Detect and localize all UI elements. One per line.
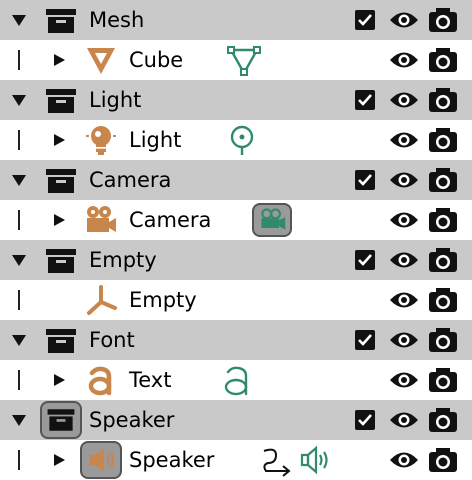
checkbox-checked-icon[interactable]	[355, 410, 375, 430]
eye-visibility-icon[interactable]	[388, 89, 420, 111]
hierarchy-line	[18, 210, 20, 230]
eye-visibility-icon[interactable]	[388, 289, 420, 311]
camera-render-icon[interactable]	[428, 366, 458, 394]
object-row-text[interactable]: Text	[0, 360, 472, 400]
collapse-triangle-icon[interactable]	[10, 412, 28, 428]
expand-arrow-icon[interactable]	[52, 53, 66, 67]
mesh-cone-icon	[87, 48, 115, 74]
object-label: Text	[129, 368, 172, 392]
eye-visibility-icon[interactable]	[388, 409, 420, 431]
object-label: Camera	[129, 208, 212, 232]
camera-render-icon[interactable]	[428, 446, 458, 474]
expand-arrow-icon[interactable]	[52, 373, 66, 387]
camera-render-icon[interactable]	[428, 246, 458, 274]
collection-box-icon	[46, 249, 76, 273]
expand-arrow-icon[interactable]	[52, 213, 66, 227]
hierarchy-line	[18, 50, 20, 70]
font-data-icon[interactable]	[218, 363, 258, 397]
collection-row-mesh[interactable]: Mesh	[0, 0, 472, 40]
eye-visibility-icon[interactable]	[388, 129, 420, 151]
collection-label: Empty	[89, 248, 157, 272]
collapse-triangle-icon[interactable]	[10, 92, 28, 108]
collection-label: Light	[89, 88, 142, 112]
object-row-speaker[interactable]: Speaker	[0, 440, 472, 480]
eye-visibility-icon[interactable]	[388, 369, 420, 391]
eye-visibility-icon[interactable]	[388, 49, 420, 71]
empty-axes-icon	[87, 285, 117, 315]
eye-visibility-icon[interactable]	[388, 169, 420, 191]
eye-visibility-icon[interactable]	[388, 449, 420, 471]
camera-render-icon[interactable]	[428, 166, 458, 194]
collection-row-empty[interactable]: Empty	[0, 240, 472, 280]
camera-render-icon[interactable]	[428, 86, 458, 114]
object-label: Speaker	[129, 448, 215, 472]
camera-render-icon[interactable]	[428, 126, 458, 154]
camera-render-icon[interactable]	[428, 286, 458, 314]
object-label: Light	[129, 128, 182, 152]
collection-box-icon	[46, 89, 76, 113]
camera-data-icon[interactable]	[252, 203, 292, 237]
object-row-camera[interactable]: Camera	[0, 200, 472, 240]
checkbox-checked-icon[interactable]	[355, 250, 375, 270]
checkbox-checked-icon[interactable]	[355, 330, 375, 350]
hierarchy-line	[18, 290, 20, 310]
camera-render-icon[interactable]	[428, 206, 458, 234]
collection-box-icon	[40, 401, 82, 439]
object-label: Empty	[129, 288, 197, 312]
object-row-empty[interactable]: Empty	[0, 280, 472, 320]
camera-render-icon[interactable]	[428, 46, 458, 74]
camera-render-icon[interactable]	[428, 406, 458, 434]
checkbox-checked-icon[interactable]	[355, 90, 375, 110]
collapse-triangle-icon[interactable]	[10, 252, 28, 268]
camera-object-icon	[87, 206, 116, 232]
collection-row-camera[interactable]: Camera	[0, 160, 472, 200]
eye-visibility-icon[interactable]	[388, 9, 420, 31]
speaker-data-icon[interactable]	[296, 443, 336, 477]
collapse-triangle-icon[interactable]	[10, 332, 28, 348]
mesh-data-icon[interactable]	[224, 43, 264, 77]
collection-row-font[interactable]: Font	[0, 320, 472, 360]
checkbox-checked-icon[interactable]	[355, 10, 375, 30]
hierarchy-line	[18, 130, 20, 150]
link-arrow-icon	[263, 448, 291, 477]
camera-render-icon[interactable]	[428, 326, 458, 354]
outliner-panel: Mesh Cube Light Light Camera Camera Empt…	[0, 0, 472, 480]
object-row-light[interactable]: Light	[0, 120, 472, 160]
collection-label: Camera	[89, 168, 172, 192]
collection-box-icon	[46, 9, 76, 33]
hierarchy-line	[18, 450, 20, 470]
collection-row-speaker[interactable]: Speaker	[0, 400, 472, 440]
object-label: Cube	[129, 48, 184, 72]
expand-arrow-icon[interactable]	[52, 453, 66, 467]
collection-label: Speaker	[89, 408, 175, 432]
collection-label: Mesh	[89, 8, 145, 32]
speaker-object-icon	[80, 441, 122, 479]
eye-visibility-icon[interactable]	[388, 329, 420, 351]
hierarchy-line	[18, 370, 20, 390]
collection-box-icon	[46, 169, 76, 193]
expand-arrow-icon[interactable]	[52, 133, 66, 147]
collapse-triangle-icon[interactable]	[10, 172, 28, 188]
eye-visibility-icon[interactable]	[388, 249, 420, 271]
collection-label: Font	[89, 328, 135, 352]
font-a-icon	[88, 366, 112, 396]
light-bulb-icon	[86, 126, 116, 155]
checkbox-checked-icon[interactable]	[355, 170, 375, 190]
eye-visibility-icon[interactable]	[388, 209, 420, 231]
collection-box-icon	[46, 329, 76, 353]
collection-row-light[interactable]: Light	[0, 80, 472, 120]
collapse-triangle-icon[interactable]	[10, 12, 28, 28]
camera-render-icon[interactable]	[428, 6, 458, 34]
light-data-icon[interactable]	[222, 123, 262, 157]
object-row-cube[interactable]: Cube	[0, 40, 472, 80]
